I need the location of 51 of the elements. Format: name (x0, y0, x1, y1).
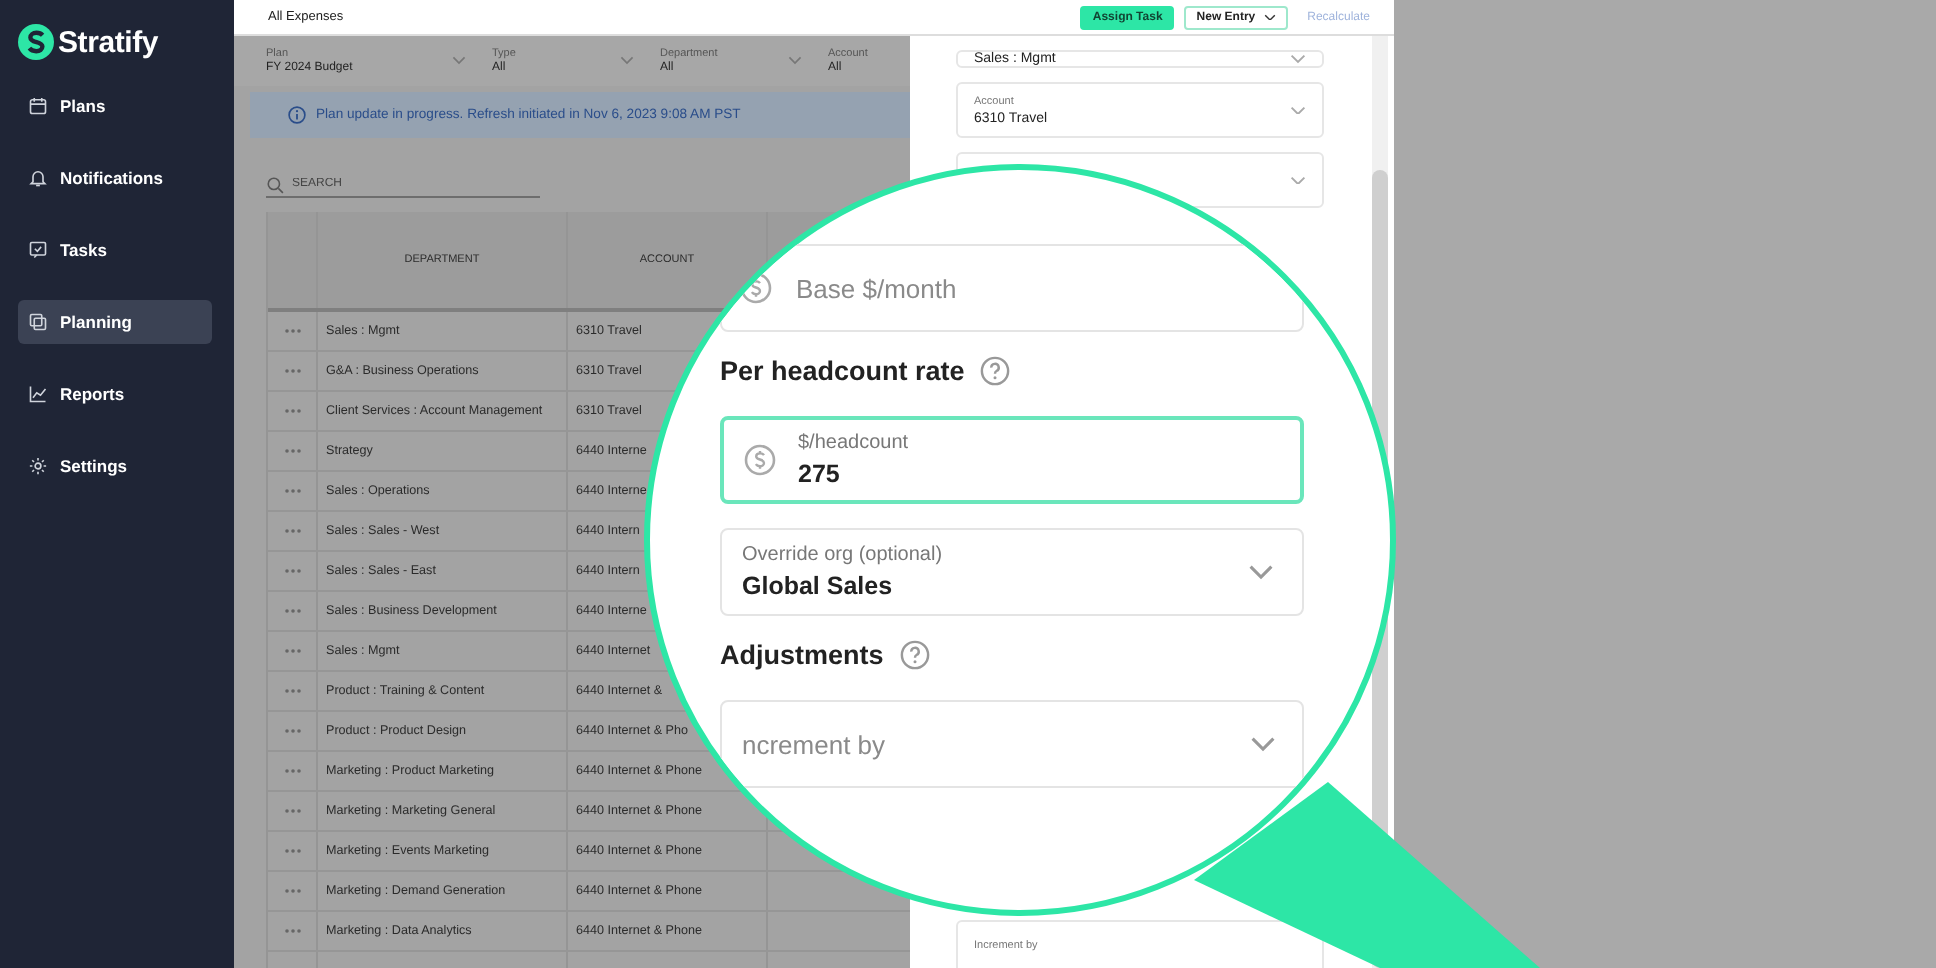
field-label: $/headcount (798, 432, 911, 454)
calendar-icon (28, 96, 48, 116)
more-icon[interactable] (283, 688, 301, 694)
dollar-icon (744, 444, 776, 476)
currency-field[interactable]: Base $/month (720, 244, 1304, 332)
search-icon (266, 176, 284, 194)
more-icon[interactable] (283, 568, 301, 574)
sidebar-item[interactable]: Settings (18, 444, 212, 488)
more-icon[interactable] (283, 648, 301, 654)
task-icon (28, 240, 48, 260)
sidebar-item[interactable]: Tasks (18, 228, 212, 272)
sidebar-item[interactable]: Planning (18, 300, 212, 344)
more-icon[interactable] (283, 368, 301, 374)
brand-name: Stratify (58, 25, 159, 59)
more-icon[interactable] (283, 728, 301, 734)
more-icon[interactable] (283, 848, 301, 854)
more-icon[interactable] (283, 448, 301, 454)
gear-icon (28, 456, 48, 476)
chevron-down-icon (1290, 105, 1306, 115)
select-field[interactable]: ncrement by (720, 700, 1304, 788)
chevron-down-icon (1290, 54, 1306, 64)
field-value: 275 (798, 460, 842, 488)
currency-field[interactable]: $/headcount 275 (720, 416, 1304, 504)
chevron-down-icon (1263, 13, 1276, 21)
dollar-icon (740, 272, 772, 304)
help-icon (899, 640, 930, 670)
chart-icon (28, 384, 48, 404)
info-icon (288, 106, 306, 124)
chevron-down-icon (1248, 564, 1274, 580)
more-icon[interactable] (283, 888, 301, 894)
chevron-down-icon (1290, 175, 1306, 185)
chevron-down-icon (1250, 736, 1276, 752)
copy-icon (28, 312, 48, 332)
more-icon[interactable] (283, 768, 301, 774)
chevron-down-icon (620, 56, 634, 66)
more-icon[interactable] (283, 408, 301, 414)
chevron-down-icon (452, 56, 466, 66)
sidebar-item[interactable]: Notifications (18, 156, 212, 200)
help-icon (980, 356, 1011, 386)
bell-icon (28, 168, 48, 188)
more-icon[interactable] (283, 328, 301, 334)
more-icon[interactable] (283, 928, 301, 934)
more-icon[interactable] (283, 528, 301, 534)
more-icon[interactable] (283, 608, 301, 614)
sidebar-item[interactable]: Plans (18, 84, 212, 128)
logo-icon (18, 24, 54, 60)
sidebar-item[interactable]: Reports (18, 372, 212, 416)
chevron-down-icon (788, 56, 802, 66)
more-icon[interactable] (283, 488, 301, 494)
more-icon[interactable] (283, 808, 301, 814)
select-field[interactable]: Override org (optional) Global Sales (720, 528, 1304, 616)
